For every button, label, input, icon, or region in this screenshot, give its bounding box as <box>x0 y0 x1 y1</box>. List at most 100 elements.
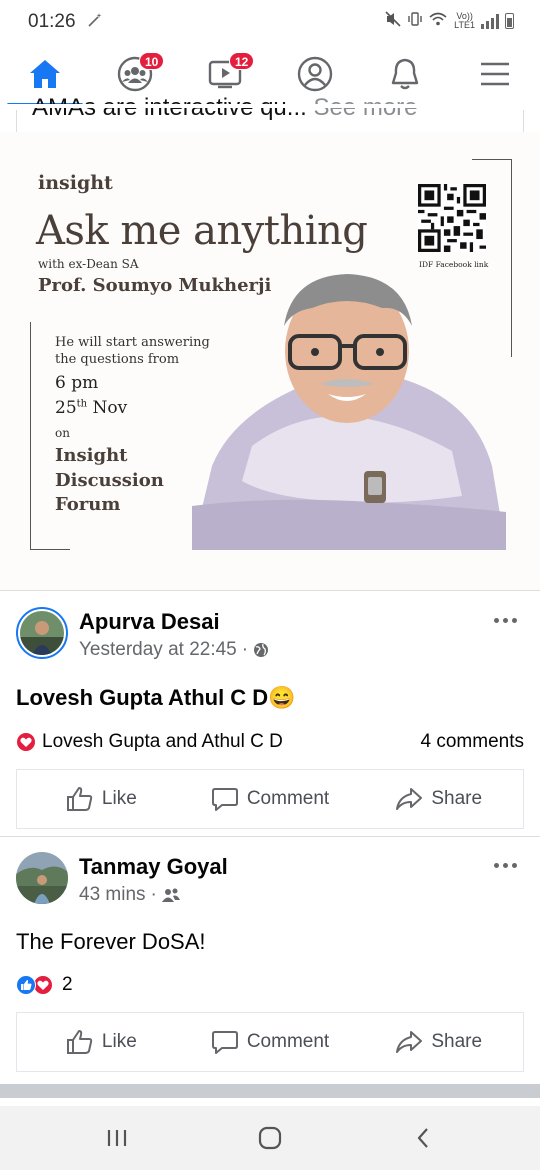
poster-brand: insight <box>38 172 113 194</box>
recent-apps-button[interactable] <box>87 1114 147 1162</box>
nav-profile[interactable] <box>285 44 345 104</box>
poster-date-suffix: th <box>76 398 88 410</box>
post-image[interactable]: insight Ask me anything with ex-Dean SA … <box>0 132 540 590</box>
post-meta: 43 mins · <box>79 884 180 906</box>
post-description-text: AMAs are interactive qu... See more <box>32 96 418 122</box>
status-icons: Vo)) LTE1 <box>384 10 514 31</box>
avatar[interactable] <box>16 607 68 659</box>
post-text: Lovesh Gupta Athul C D😄 <box>16 685 296 710</box>
like-icon <box>66 787 93 811</box>
post-description: AMAs are interactive qu... <box>32 96 307 121</box>
comment-label: Comment <box>246 788 330 809</box>
battery-icon <box>505 12 514 29</box>
home-icon <box>30 60 60 88</box>
network-lte-label: LTE1 <box>454 19 475 30</box>
post-divider-1 <box>0 590 540 591</box>
vibrate-icon <box>408 10 422 31</box>
poster-on: on <box>55 426 70 440</box>
network-label: Vo)) LTE1 <box>454 11 475 30</box>
wifi-icon <box>428 11 448 30</box>
comment-icon <box>211 1031 238 1054</box>
comment-label: Comment <box>246 1031 330 1052</box>
post-frame-right <box>523 110 524 134</box>
reactions-row[interactable]: 2 <box>16 972 524 998</box>
poster-forum: Insight Discussion Forum <box>55 445 164 515</box>
reaction-count[interactable]: 2 <box>62 974 73 996</box>
share-label: Share <box>431 788 483 809</box>
status-bar: 01:26 Vo)) LTE1 <box>0 0 540 44</box>
share-icon <box>396 788 423 810</box>
bell-icon <box>391 58 419 90</box>
post-actions: Like Comment Share <box>16 769 524 829</box>
globe-icon <box>254 643 269 657</box>
comment-button[interactable]: Comment <box>186 770 355 828</box>
like-reaction-icon <box>16 975 36 995</box>
magic-wand-icon <box>86 11 104 34</box>
nav-groups[interactable]: 10 <box>105 44 165 104</box>
nav-watch[interactable]: 12 <box>195 44 255 104</box>
more-options-button[interactable] <box>492 858 518 872</box>
share-label: Share <box>431 1031 483 1052</box>
post-author[interactable]: Apurva Desai <box>79 609 220 635</box>
post-time[interactable]: Yesterday at 22:45 <box>79 639 237 661</box>
post-frame-left <box>16 110 17 134</box>
share-icon <box>396 1031 423 1053</box>
poster-date-day: 25 <box>55 398 77 418</box>
comment-button[interactable]: Comment <box>186 1013 355 1071</box>
meta-separator: · <box>241 639 249 660</box>
post-author[interactable]: Tanmay Goyal <box>79 854 228 880</box>
post-time[interactable]: 43 mins <box>79 884 146 906</box>
watch-badge: 12 <box>229 52 255 70</box>
recent-apps-icon <box>107 1130 126 1146</box>
like-label: Like <box>101 788 137 809</box>
poster-date-month: Nov <box>87 398 128 418</box>
profile-icon <box>297 56 333 92</box>
back-button[interactable] <box>393 1114 453 1162</box>
poster-time: 6 pm <box>55 373 99 393</box>
see-more-link[interactable]: See more <box>307 96 417 121</box>
nav-menu[interactable] <box>465 44 525 104</box>
home-button[interactable] <box>240 1114 300 1162</box>
comment-icon <box>211 788 238 811</box>
more-options-button[interactable] <box>492 613 518 627</box>
feed-separator <box>0 1084 540 1098</box>
mute-icon <box>384 10 402 31</box>
poster-with-line: with ex-Dean SA <box>38 257 139 271</box>
back-icon <box>418 1128 429 1148</box>
top-navigation: 10 12 <box>0 44 540 106</box>
friends-icon <box>161 888 180 902</box>
heart-reaction-icon <box>33 975 53 995</box>
post-description-snippet: AMAs are interactive qu... See more <box>0 96 540 132</box>
home-circle-icon <box>258 1126 282 1150</box>
groups-badge: 10 <box>139 52 165 70</box>
post-meta: Yesterday at 22:45 · <box>79 639 269 661</box>
snippet-cover <box>0 104 540 108</box>
post-actions: Like Comment Share <box>16 1012 524 1072</box>
heart-reaction-icon <box>16 732 36 752</box>
post-text: The Forever DoSA! <box>16 929 206 954</box>
nav-home[interactable] <box>7 44 83 106</box>
signal-icon <box>481 13 499 29</box>
share-button[interactable]: Share <box>354 770 523 828</box>
professor-photo <box>192 274 506 550</box>
qr-code-icon <box>418 184 486 252</box>
reactions-names[interactable]: Lovesh Gupta and Athul C D <box>42 731 283 753</box>
avatar[interactable] <box>16 852 68 904</box>
post-header-tanmay: Tanmay Goyal 43 mins · <box>16 852 524 912</box>
like-icon <box>66 1030 93 1054</box>
status-time: 01:26 <box>28 11 76 32</box>
like-button[interactable]: Like <box>17 770 186 828</box>
nav-notifications[interactable] <box>375 44 435 104</box>
hamburger-icon <box>481 62 509 86</box>
meta-separator: · <box>150 884 157 905</box>
system-navigation-bar <box>0 1106 540 1170</box>
post-header-apurva: Apurva Desai Yesterday at 22:45 · <box>16 607 524 667</box>
reactions-row[interactable]: Lovesh Gupta and Athul C D 4 comments <box>16 729 524 755</box>
poster-date: 25th Nov <box>55 398 127 418</box>
share-button[interactable]: Share <box>354 1013 523 1071</box>
like-button[interactable]: Like <box>17 1013 186 1071</box>
poster-headline: Ask me anything <box>36 208 368 254</box>
like-label: Like <box>101 1031 137 1052</box>
post-divider-2 <box>0 836 540 837</box>
comments-count[interactable]: 4 comments <box>421 731 524 753</box>
